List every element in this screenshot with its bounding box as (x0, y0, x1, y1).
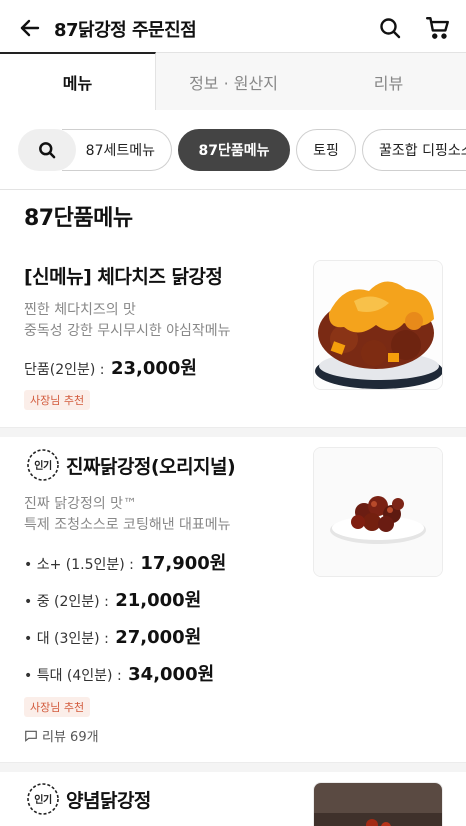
popular-badge-text: 인기 (34, 793, 52, 806)
chip-dipping-sauce[interactable]: 꿀조합 디핑소스 (362, 129, 466, 171)
price-value: 21,000원 (115, 590, 202, 611)
menu-item-photo (313, 447, 443, 577)
price-row: • 소+ (1.5인분) : 17,900원 (24, 549, 226, 575)
price-row: • 대 (3인분) : 27,000원 (24, 623, 201, 649)
review-count[interactable]: 리뷰 69개 (24, 726, 99, 745)
price-label: 단품(2인분) : (24, 362, 109, 378)
menu-item-name: 진짜닭강정(오리지널) (66, 455, 236, 478)
popular-badge-icon: 인기 (27, 783, 59, 815)
price-label: • 소+ (1.5인분) : (24, 557, 139, 573)
price-row: 단품(2인분) : 23,000원 (24, 354, 197, 380)
original-chicken-photo (314, 448, 442, 576)
price-value: 27,000원 (115, 627, 202, 648)
cart-icon (425, 17, 449, 39)
price-label: • 대 (3인분) : (24, 631, 114, 647)
menu-item-photo (313, 782, 443, 826)
tab-review[interactable]: 리뷰 (311, 52, 466, 110)
price-row: • 중 (2인분) : 21,000원 (24, 586, 201, 612)
app-header: 87닭강정 주문진점 (0, 0, 466, 56)
store-title: 87닭강정 주문진점 (54, 20, 197, 41)
store-tabs: 메뉴 정보 · 원산지 리뷰 (0, 52, 466, 110)
search-button[interactable] (376, 14, 404, 42)
speech-bubble-icon (25, 730, 37, 742)
tab-menu[interactable]: 메뉴 (0, 52, 156, 110)
menu-item-name-row: 인기 양념닭강정 (24, 780, 151, 818)
chip-single-menu[interactable]: 87단품메뉴 (178, 129, 290, 171)
review-count-text: 리뷰 69개 (42, 730, 99, 745)
menu-item-name: [신메뉴] 체다치즈 닭강정 (24, 266, 223, 288)
chip-topping[interactable]: 토핑 (296, 129, 356, 171)
menu-item-photo (313, 260, 443, 390)
menu-item-name: 양념닭강정 (66, 789, 151, 812)
popular-badge-text: 인기 (34, 459, 52, 472)
tab-info-origin[interactable]: 정보 · 원산지 (156, 52, 311, 110)
chip-set-menu[interactable]: 87세트메뉴 (62, 129, 172, 171)
category-chip-bar[interactable]: 87세트메뉴 87단품메뉴 토핑 꿀조합 디핑소스 (0, 110, 466, 190)
price-value: 34,000원 (128, 664, 215, 685)
section-divider (0, 762, 466, 772)
owner-recommend-badge: 사장님 추천 (24, 390, 91, 410)
cheddar-chicken-photo (314, 261, 442, 389)
price-label: • 중 (2인분) : (24, 594, 114, 610)
arrow-left-icon (20, 19, 40, 37)
menu-item-name-row: 인기 진짜닭강정(오리지널) (24, 446, 236, 484)
yangnyeom-chicken-photo (314, 783, 442, 826)
section-title: 87단품메뉴 (24, 206, 133, 231)
popular-badge-icon: 인기 (27, 449, 59, 481)
menu-item-desc-line: 찐한 체다치즈의 맛 (24, 302, 136, 318)
menu-item-desc-line: 특제 조청소스로 코팅해낸 대표메뉴 (24, 517, 231, 533)
price-value: 23,000원 (110, 358, 197, 379)
search-icon (39, 142, 56, 159)
menu-item-desc-line: 진짜 닭강정의 맛™ (24, 496, 138, 512)
section-divider (0, 427, 466, 437)
price-row: • 특대 (4인분) : 34,000원 (24, 660, 214, 686)
menu-item-desc-line: 중독성 강한 무시무시한 야심작메뉴 (24, 323, 231, 339)
price-label: • 특대 (4인분) : (24, 668, 127, 684)
search-icon (380, 18, 401, 39)
owner-recommend-badge: 사장님 추천 (24, 697, 91, 717)
price-value: 17,900원 (140, 553, 227, 574)
chip-search-button[interactable] (18, 129, 76, 171)
cart-button[interactable] (424, 14, 452, 42)
back-button[interactable] (16, 14, 44, 42)
